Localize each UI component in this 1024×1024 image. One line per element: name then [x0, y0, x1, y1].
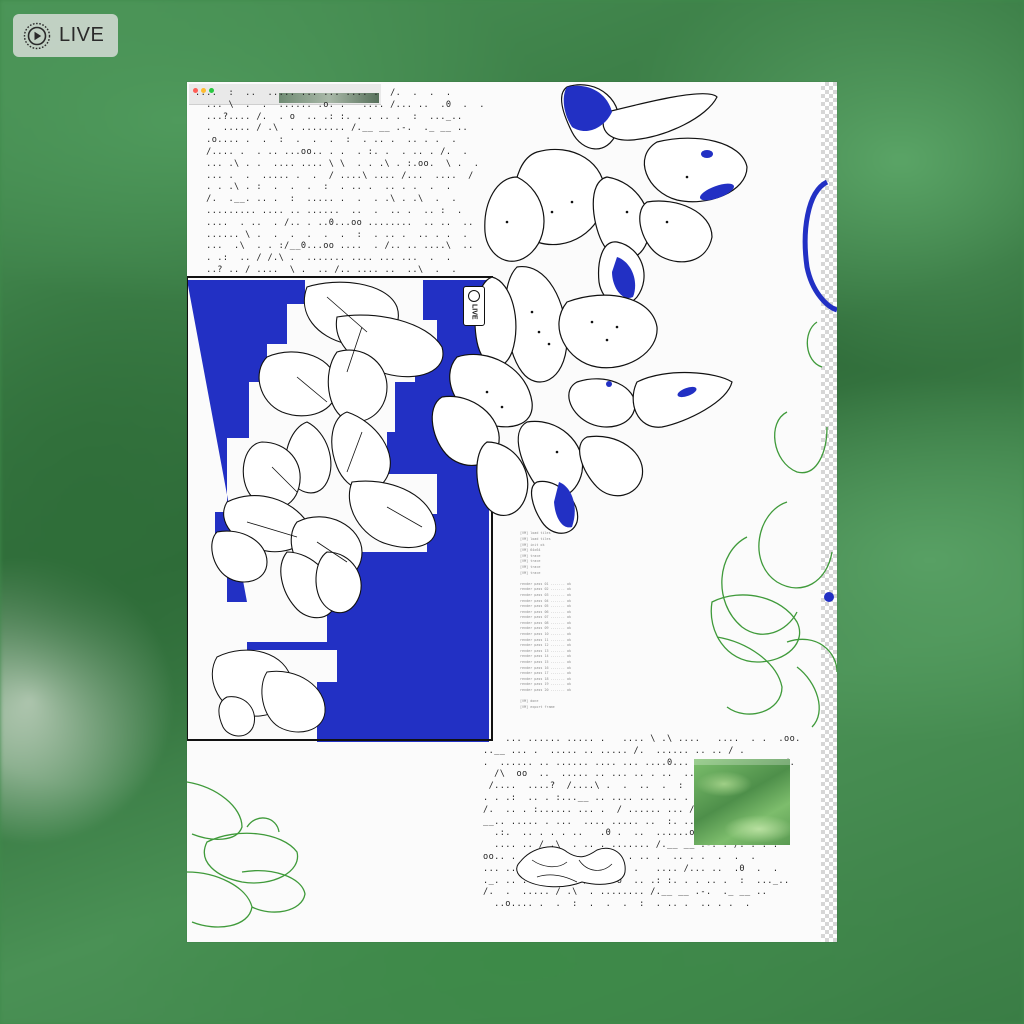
- live-badge-label: LIVE: [59, 24, 105, 46]
- inset-live-label: LIVE: [470, 304, 478, 320]
- artwork-sheet: .... : .. ..... ... ... .... . /. . . . …: [187, 82, 837, 942]
- live-photo-badge[interactable]: LIVE: [13, 14, 118, 57]
- terminal-log-text: [VM] load tiles [VM] load tiles [VM] ini…: [520, 531, 572, 709]
- inset-live-badge: LIVE: [463, 286, 485, 326]
- inset-live-icon: [468, 290, 480, 302]
- green-photo-thumbnail: [694, 759, 790, 845]
- live-photo-icon: [23, 22, 51, 49]
